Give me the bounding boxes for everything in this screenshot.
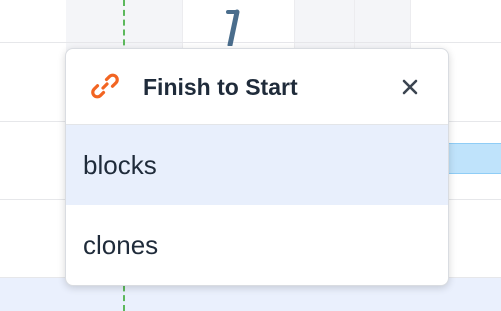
task-bar[interactable] xyxy=(440,143,501,174)
close-icon-glyph xyxy=(402,79,418,95)
link-icon xyxy=(91,73,119,99)
dependency-line xyxy=(226,9,240,46)
close-icon[interactable] xyxy=(396,73,424,101)
popup-header: Finish to Start xyxy=(66,49,448,125)
row-divider xyxy=(0,42,501,43)
option-label: clones xyxy=(83,229,159,260)
gantt-view: Finish to Start blocks clones xyxy=(0,0,501,311)
option-blocks[interactable]: blocks xyxy=(66,125,448,205)
link-type-popup: Finish to Start blocks clones xyxy=(65,48,449,286)
option-clones[interactable]: clones xyxy=(66,205,448,285)
popup-title: Finish to Start xyxy=(143,74,298,100)
option-label: blocks xyxy=(83,149,157,180)
